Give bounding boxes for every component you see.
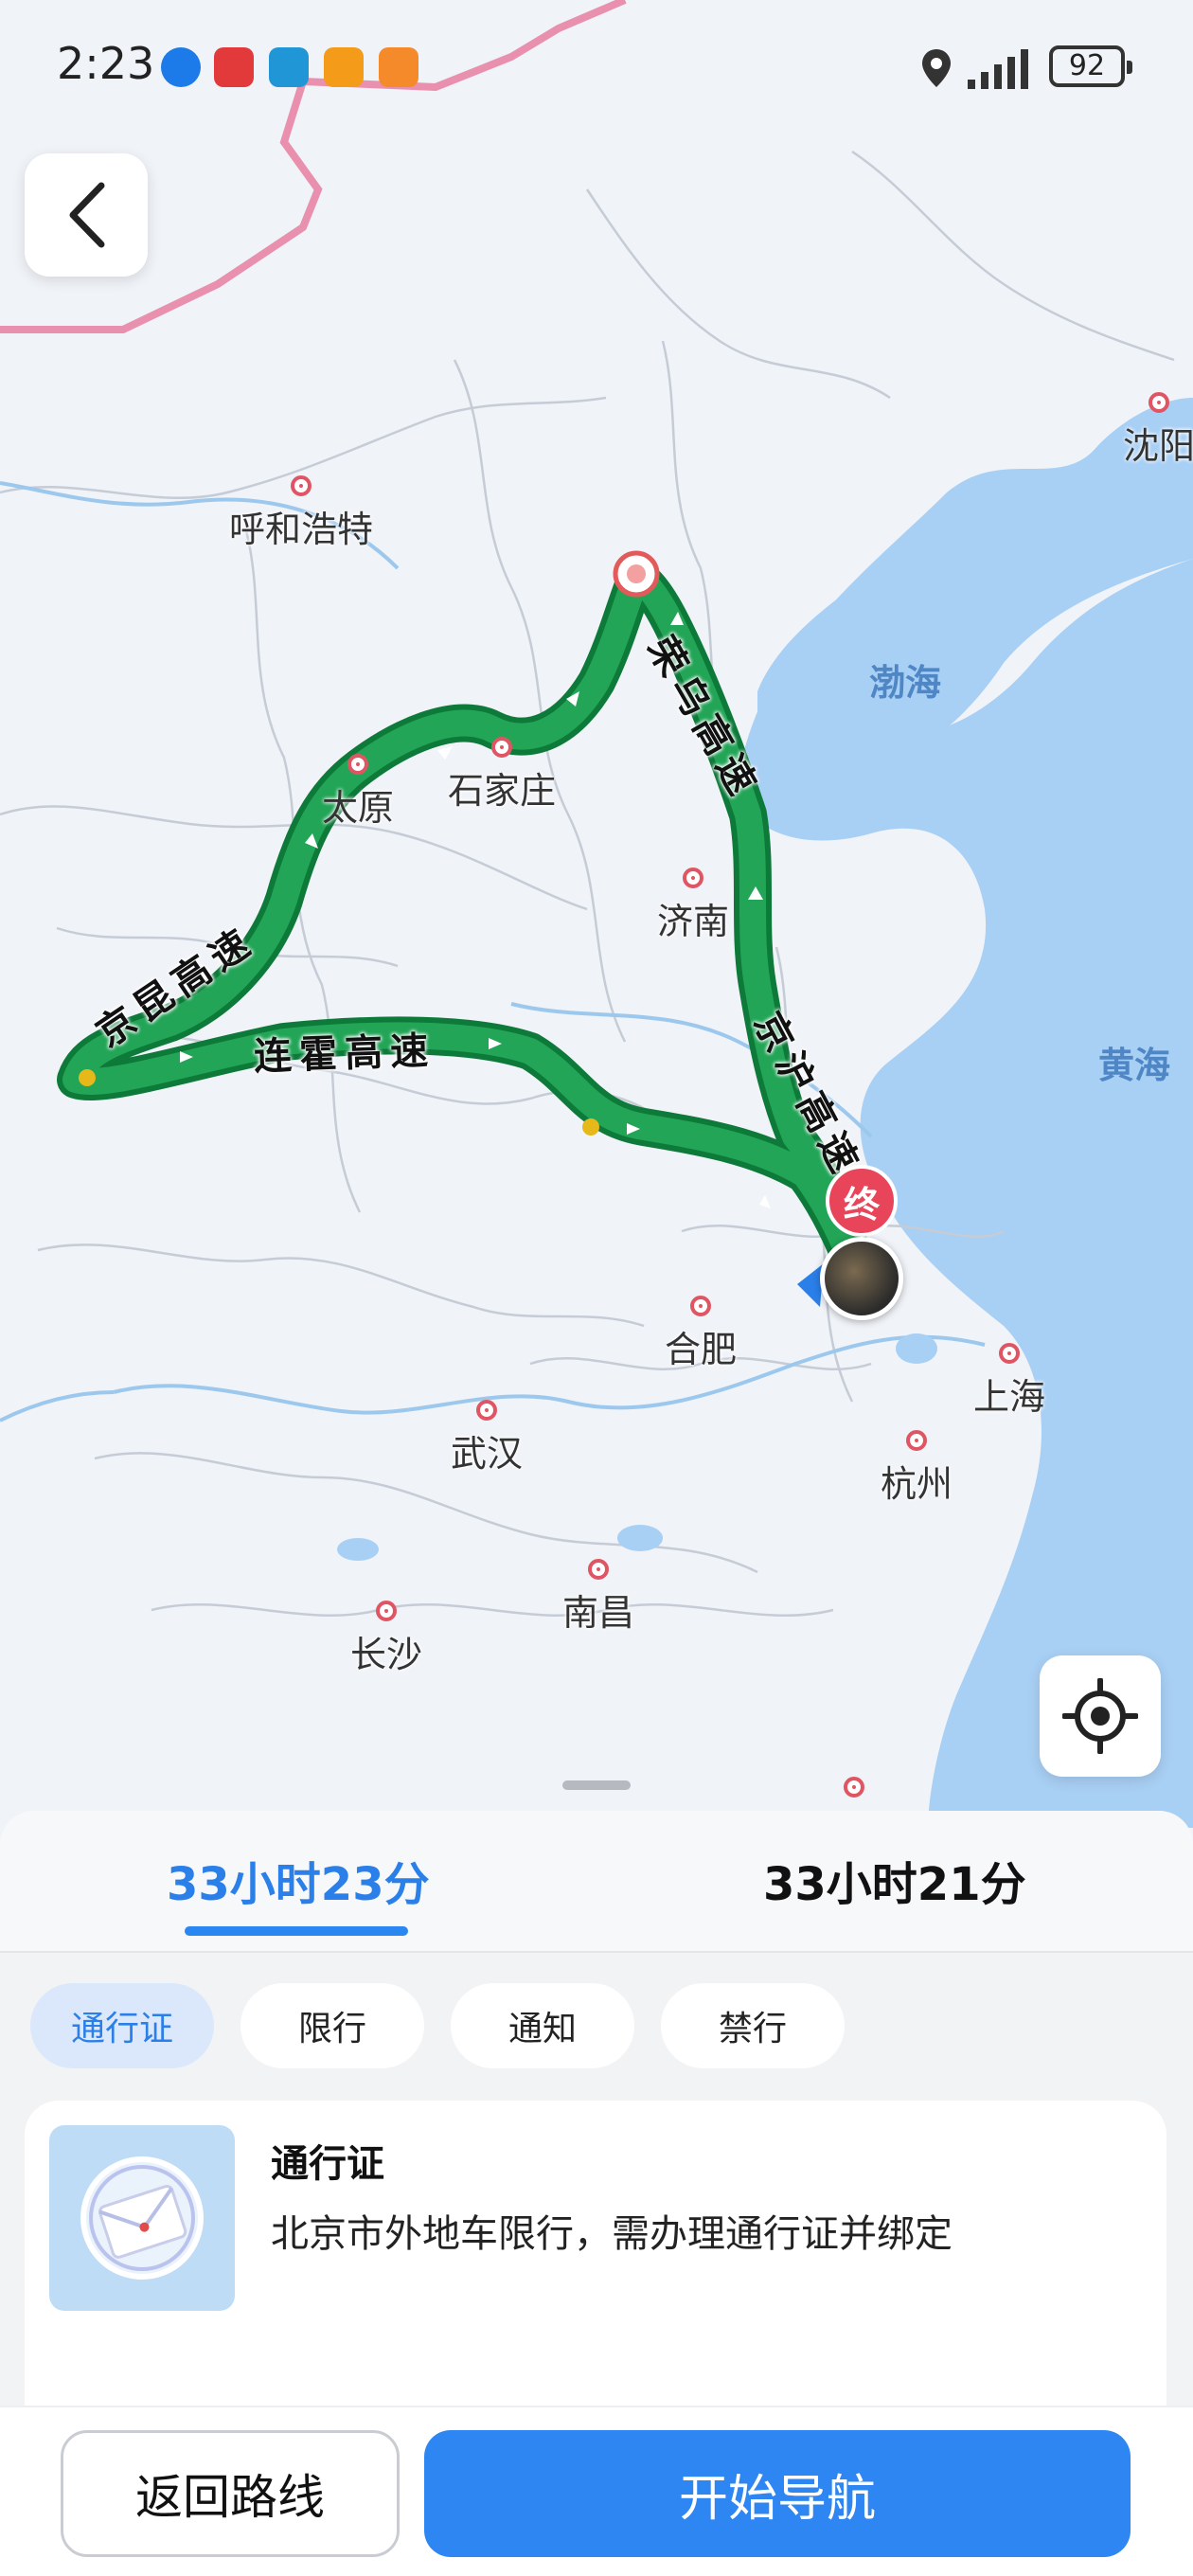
route-tab-2[interactable]: 33小时21分 [763,1847,1026,1913]
map-view[interactable]: 呼和浩特 沈阳 太原 石家庄 济南 合肥 上海 武汉 杭州 南昌 长沙 福州 渤… [0,0,1193,1828]
route-tabs: 33小时23分 33小时21分 [0,1811,1193,1953]
city-marker-icon [905,1430,927,1451]
city-marker-icon [587,1559,609,1580]
city-marker-icon [998,1343,1020,1364]
locate-button[interactable] [1040,1655,1161,1777]
delivery-app-icon [324,47,364,87]
user-avatar[interactable] [820,1237,903,1320]
battery-icon: 92 [1049,45,1132,87]
city-marker-icon [375,1601,397,1621]
city-shijiazhuang[interactable]: 石家庄 [448,737,556,814]
city-hefei[interactable]: 合肥 [665,1296,737,1372]
city-hangzhou[interactable]: 杭州 [881,1430,953,1507]
city-label: 石家庄 [447,770,557,812]
notice-chips: 通行证 限行 通知 禁行 [30,1983,845,2068]
waypoint-marker [79,1069,96,1086]
city-label: 沈阳 [1122,425,1193,467]
city-marker-icon [347,754,368,775]
status-time: 2:23 [57,38,155,89]
chip-prohibited[interactable]: 禁行 [661,1983,845,2068]
sea-label-bohai: 渤海 [869,662,942,704]
end-marker[interactable]: 终 [826,1165,898,1237]
sea-label-yellow-sea: 黄海 [1098,1045,1171,1086]
city-nanchang[interactable]: 南昌 [562,1559,634,1636]
chip-restriction[interactable]: 限行 [240,1983,424,2068]
city-label: 武汉 [450,1433,524,1475]
card-description: 北京市外地车限行，需办理通行证并绑定 [271,2212,953,2256]
waypoint-marker [582,1118,599,1136]
city-marker-icon [290,475,312,496]
city-marker-icon [475,1400,497,1421]
city-marker-icon [1148,392,1169,413]
road-label-lianhuo: 连霍高速 [253,1029,436,1080]
city-changsha[interactable]: 长沙 [350,1601,422,1677]
chip-permit[interactable]: 通行证 [30,1983,214,2068]
city-label: 济南 [656,901,730,942]
signal-icon [968,49,1028,89]
city-wuhan[interactable]: 武汉 [451,1400,523,1476]
city-shanghai[interactable]: 上海 [973,1343,1045,1420]
city-marker-icon [490,737,512,758]
route-arrow [759,1195,771,1208]
browser-app-icon [161,47,201,87]
lake [337,1538,379,1561]
city-marker-icon [682,868,703,888]
envelope-icon [49,2125,235,2311]
city-label: 南昌 [561,1592,635,1634]
city-marker-icon [843,1777,864,1798]
city-shenyang[interactable]: 沈阳 [1123,392,1193,469]
panel-drag-handle[interactable] [562,1780,631,1790]
chat-app-icon [379,47,418,87]
card-title: 通行证 [271,2142,384,2186]
city-label: 呼和浩特 [228,509,374,550]
city-taiyuan[interactable]: 太原 [322,754,394,831]
lake [617,1525,663,1551]
map-canvas [0,0,1193,1828]
city-label: 太原 [321,787,395,829]
chip-notice[interactable]: 通知 [451,1983,634,2068]
city-label: 长沙 [349,1634,423,1675]
bottom-action-bar: 返回路线 开始导航 [0,2406,1193,2576]
city-label: 上海 [972,1376,1046,1418]
back-to-route-button[interactable]: 返回路线 [61,2430,400,2557]
city-label: 合肥 [664,1329,738,1370]
location-icon [922,49,951,87]
city-marker-icon [689,1296,711,1316]
active-tab-indicator [185,1926,408,1936]
city-jinan[interactable]: 济南 [657,868,729,944]
crosshair-icon [1062,1678,1138,1754]
chevron-left-icon [69,182,105,248]
train-app-icon [269,47,309,87]
lake [896,1333,937,1364]
route-tab-1[interactable]: 33小时23分 [167,1847,430,1913]
back-button[interactable] [25,153,148,277]
status-bar: 2:23 92 [0,0,1193,142]
huawei-app-icon [214,47,254,87]
start-navigation-button[interactable]: 开始导航 [424,2430,1131,2557]
city-label: 杭州 [880,1463,953,1505]
city-hohhot[interactable]: 呼和浩特 [229,475,373,552]
